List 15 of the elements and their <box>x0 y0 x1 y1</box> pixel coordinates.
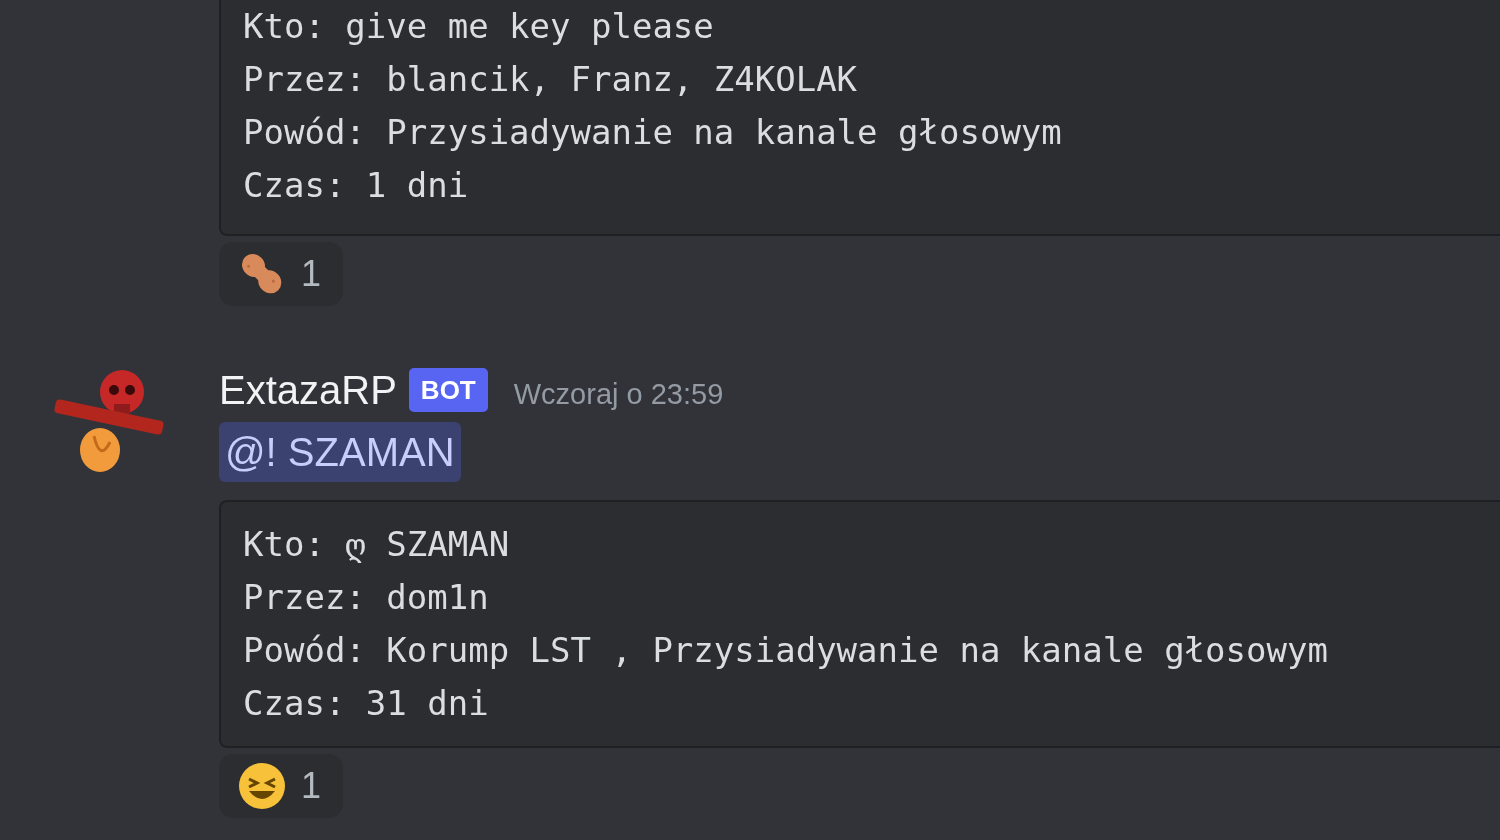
laughing-face-icon <box>237 761 287 811</box>
embed-text-line: Przez: blancik, Franz, Z4KOLAK <box>243 58 859 101</box>
user-mention[interactable]: @! SZAMAN <box>219 422 461 482</box>
reaction-button[interactable]: 1 <box>219 754 344 818</box>
embed-text-line: Czas: 1 dni <box>243 164 470 207</box>
embed-text-line: Kto: give me key please <box>243 5 715 48</box>
author-name[interactable]: ExtazaRP <box>219 370 397 410</box>
reaction-button[interactable]: 1 <box>219 242 344 306</box>
bot-badge: BOT <box>408 368 488 412</box>
timestamp: Wczoraj o 23:59 <box>513 377 724 413</box>
embed-text-line: Kto: ღ SZAMAN <box>243 523 511 566</box>
embed-text-line: Czas: 31 dni <box>243 682 490 725</box>
embed-text-line: Powód: Przysiadywanie na kanale głosowym <box>243 111 1063 154</box>
embed-text-line: Powód: Korump LST , Przysiadywanie na kanale głosowym <box>243 629 1329 672</box>
embed-text-line: Przez: dom1n <box>243 576 490 619</box>
